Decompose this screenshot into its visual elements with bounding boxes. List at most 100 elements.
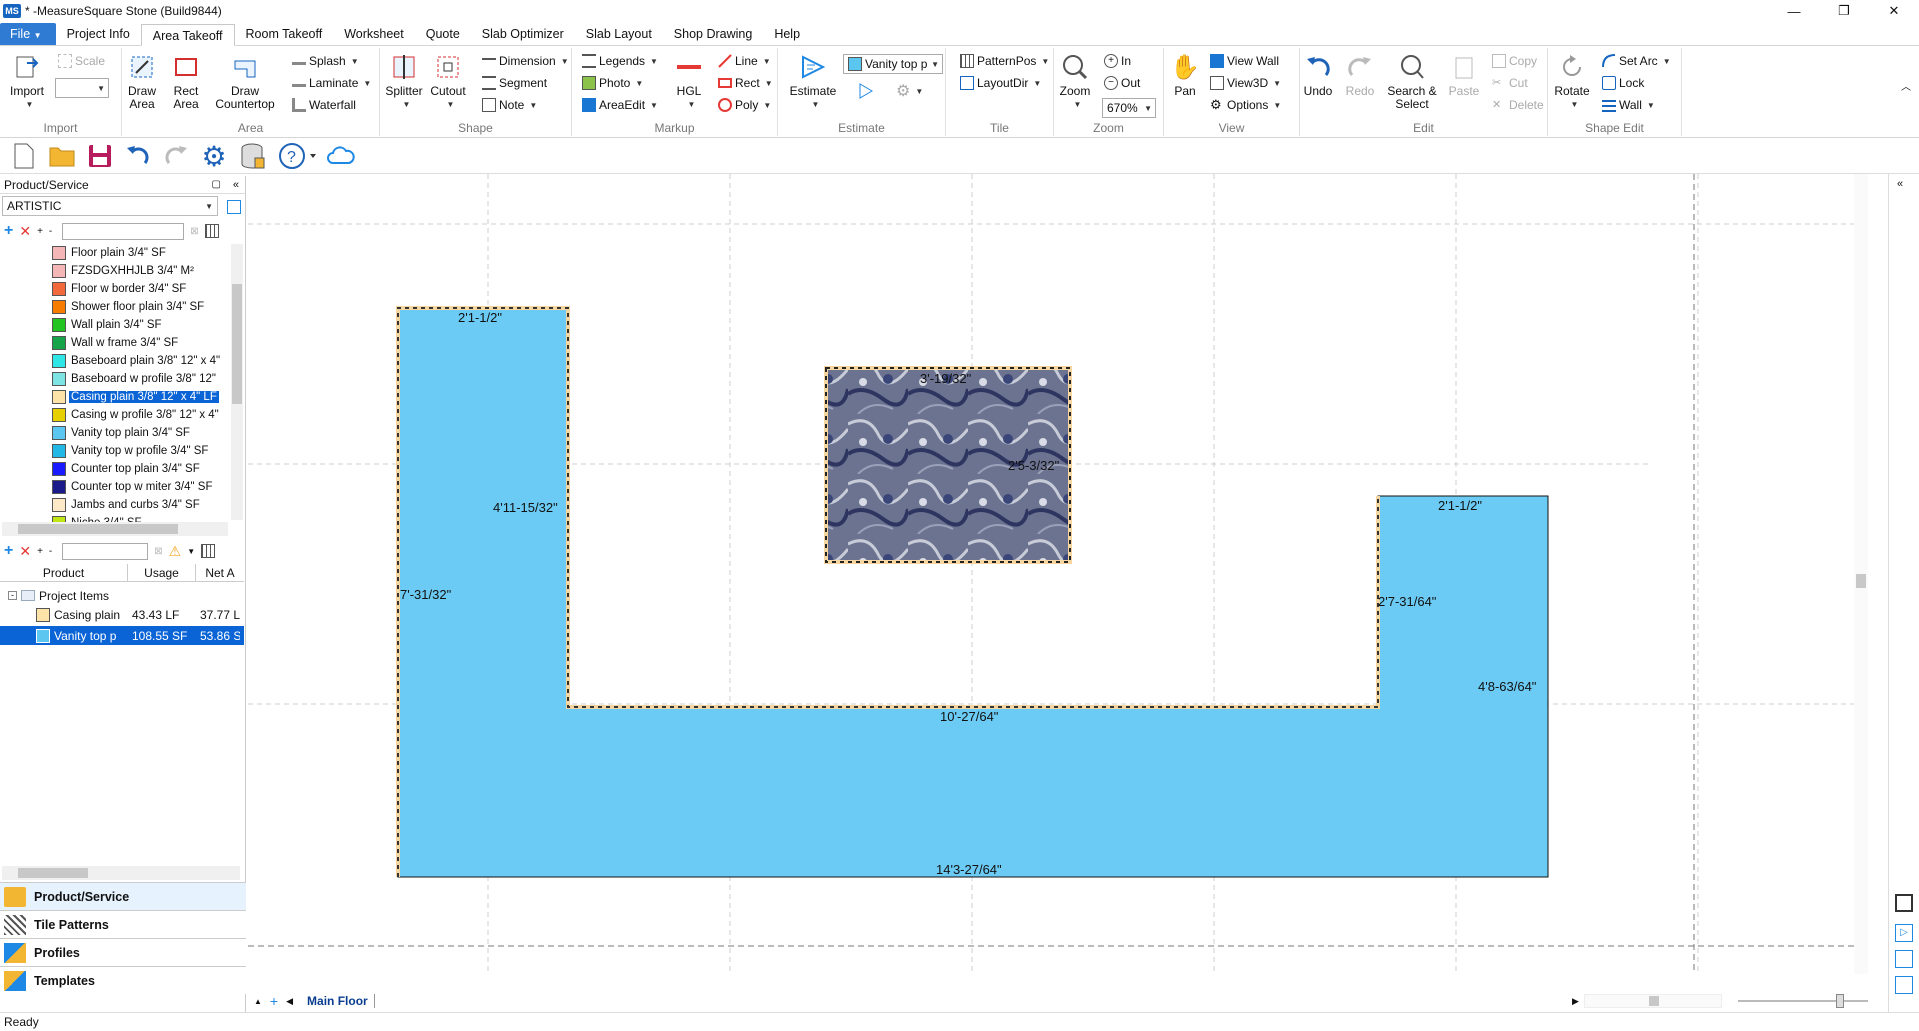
product-list-item[interactable]: FZSDGXHHJLB 3/4" M² — [0, 262, 242, 280]
zoom-level-combo[interactable]: 670% ▼ — [1102, 98, 1156, 118]
close-button[interactable]: ✕ — [1869, 0, 1919, 22]
segment-button[interactable]: Segment — [482, 74, 547, 92]
nav-profiles[interactable]: Profiles — [0, 938, 246, 966]
product-list-item[interactable]: Counter top w miter 3/4" SF — [0, 478, 242, 496]
qat-undo-button[interactable] — [122, 140, 154, 172]
dimension-label[interactable]: 4'11-15/32" — [493, 500, 558, 515]
note-button[interactable]: Note ▼ — [482, 96, 537, 114]
product-search-input[interactable] — [62, 222, 185, 240]
product-list-hscrollbar[interactable] — [2, 522, 228, 536]
rect-markup-button[interactable]: Rect ▼ — [718, 74, 773, 92]
tab-file[interactable]: File ▼ — [0, 23, 56, 45]
areaedit-button[interactable]: AreaEdit ▼ — [582, 96, 658, 114]
tab-room-takeoff[interactable]: Room Takeoff — [235, 23, 334, 45]
dimension-label[interactable]: 2'1-1/2" — [1438, 498, 1482, 513]
dimension-label[interactable]: 14'3-27/64" — [936, 862, 1002, 877]
floor-tab-up-icon[interactable]: ▲ — [254, 997, 262, 1006]
patternpos-button[interactable]: PatternPos ▼ — [960, 52, 1049, 70]
dimension-label[interactable]: 2'7-31/64" — [1378, 594, 1436, 609]
col-net[interactable]: Net A — [196, 564, 244, 582]
scale-combo[interactable]: ▼ — [55, 78, 109, 98]
items-search-input[interactable] — [62, 542, 149, 560]
ribbon-collapse-icon[interactable]: ︿ — [1901, 78, 1911, 93]
layout-icon[interactable] — [1895, 894, 1913, 912]
dimension-label[interactable]: 4'8-63/64" — [1478, 679, 1536, 694]
product-list-item[interactable]: Counter top plain 3/4" SF — [0, 460, 242, 478]
move-up-icon[interactable]: + — [37, 226, 43, 237]
scale-button[interactable]: Scale — [58, 52, 105, 70]
options-button[interactable]: ⚙ Options ▼ — [1210, 96, 1281, 114]
dimension-label[interactable]: 2'1-1/2" — [458, 310, 502, 325]
tab-shop-drawing[interactable]: Shop Drawing — [663, 23, 764, 45]
qat-redo-button[interactable] — [160, 140, 192, 172]
new-file-button[interactable] — [8, 140, 40, 172]
canvas-hscrollbar[interactable] — [1584, 994, 1722, 1008]
product-list-item[interactable]: Floor w border 3/4" SF — [0, 280, 242, 298]
restore-button[interactable]: ❐ — [1819, 0, 1869, 22]
search-select-button[interactable]: Search & Select — [1384, 52, 1440, 111]
dimension-button[interactable]: Dimension ▼ — [482, 52, 569, 70]
legends-button[interactable]: Legends ▼ — [582, 52, 658, 70]
collapse-panel-icon[interactable]: « — [233, 179, 239, 191]
cut-button[interactable]: ✂ Cut — [1492, 74, 1528, 92]
paste-button[interactable]: Paste — [1446, 52, 1482, 98]
items-add-icon[interactable]: + — [4, 542, 13, 560]
cutout-button[interactable]: Cutout ▼ — [428, 52, 468, 111]
splitter-button[interactable]: Splitter ▼ — [384, 52, 424, 111]
view-wall-button[interactable]: View Wall — [1210, 52, 1279, 70]
project-items-group[interactable]: - Project Items — [0, 586, 244, 605]
layoutdir-button[interactable]: LayoutDir ▼ — [960, 74, 1041, 92]
floor-tab-main[interactable]: Main Floor — [307, 994, 375, 1008]
product-list-item[interactable]: Baseboard w profile 3/8" 12" — [0, 370, 242, 388]
redo-button[interactable]: Redo — [1342, 52, 1378, 98]
col-product[interactable]: Product — [0, 564, 128, 582]
poly-button[interactable]: Poly ▼ — [718, 96, 771, 114]
product-list-item[interactable]: Casing w profile 3/8" 12" x 4" — [0, 406, 242, 424]
category-select[interactable]: ARTISTIC ▼ — [2, 196, 218, 216]
items-hscrollbar[interactable] — [2, 866, 240, 880]
dimension-label[interactable]: 2'5-3/32" — [1008, 458, 1059, 473]
import-button[interactable]: Import ▼ — [6, 52, 48, 111]
expand-right-panel-icon[interactable]: « — [1897, 178, 1903, 190]
canvas-vscrollbar[interactable] — [1854, 174, 1868, 974]
estimate-settings-button[interactable]: ⚙ ▼ — [896, 82, 923, 100]
save-button[interactable] — [84, 140, 116, 172]
window-copy-icon[interactable] — [227, 200, 241, 214]
nav-product-service[interactable]: Product/Service — [0, 882, 246, 910]
dimension-label[interactable]: 3'-19/32" — [920, 371, 971, 386]
cloud-button[interactable] — [324, 140, 356, 172]
line-button[interactable]: Line ▼ — [718, 52, 771, 70]
nav-tile-patterns[interactable]: Tile Patterns — [0, 910, 246, 938]
copy-button[interactable]: Copy — [1492, 52, 1537, 70]
warning-icon[interactable]: ⚠ — [169, 543, 182, 560]
tab-help[interactable]: Help — [763, 23, 811, 45]
zoom-slider[interactable] — [1738, 994, 1868, 1008]
items-minus-icon[interactable]: - — [49, 546, 52, 557]
zoom-button[interactable]: Zoom ▼ — [1058, 52, 1092, 111]
product-list-item[interactable]: Vanity top plain 3/4" SF — [0, 424, 242, 442]
items-grid-icon[interactable] — [201, 544, 216, 558]
table-row[interactable]: Casing plain 43.43 LF 37.77 L — [0, 605, 244, 624]
rotate-button[interactable]: Rotate ▼ — [1552, 52, 1592, 111]
delete-button[interactable]: ✕ Delete — [1492, 96, 1544, 114]
play-side-icon[interactable]: ▷ — [1895, 924, 1913, 942]
product-list-item[interactable]: Jambs and curbs 3/4" SF — [0, 496, 242, 514]
frame-side-icon[interactable] — [1895, 950, 1913, 968]
drawing-canvas[interactable]: 2'1-1/2" 4'11-15/32" 7'-31/32" 10'-27/64… — [248, 174, 1868, 974]
view3d-button[interactable]: View3D ▼ — [1210, 74, 1281, 92]
splash-button[interactable]: Splash ▼ — [292, 52, 359, 70]
product-list-item[interactable]: Vanity top w profile 3/4" SF — [0, 442, 242, 460]
col-usage[interactable]: Usage — [128, 564, 196, 582]
minimize-button[interactable]: — — [1769, 0, 1819, 22]
add-floor-icon[interactable]: + — [270, 993, 278, 1009]
items-up-icon[interactable]: + — [37, 546, 43, 557]
product-list-item[interactable]: Baseboard plain 3/8" 12" x 4" — [0, 352, 242, 370]
help-button[interactable]: ? — [276, 140, 320, 172]
nav-templates[interactable]: Templates — [0, 966, 246, 994]
wall-button[interactable]: Wall ▼ — [1602, 96, 1655, 114]
window-side-icon[interactable] — [1895, 976, 1913, 994]
tab-worksheet[interactable]: Worksheet — [333, 23, 415, 45]
dimension-label[interactable]: 7'-31/32" — [400, 587, 451, 602]
draw-countertop-button[interactable]: Draw Countertop — [210, 52, 280, 111]
tab-project-info[interactable]: Project Info — [56, 23, 141, 45]
